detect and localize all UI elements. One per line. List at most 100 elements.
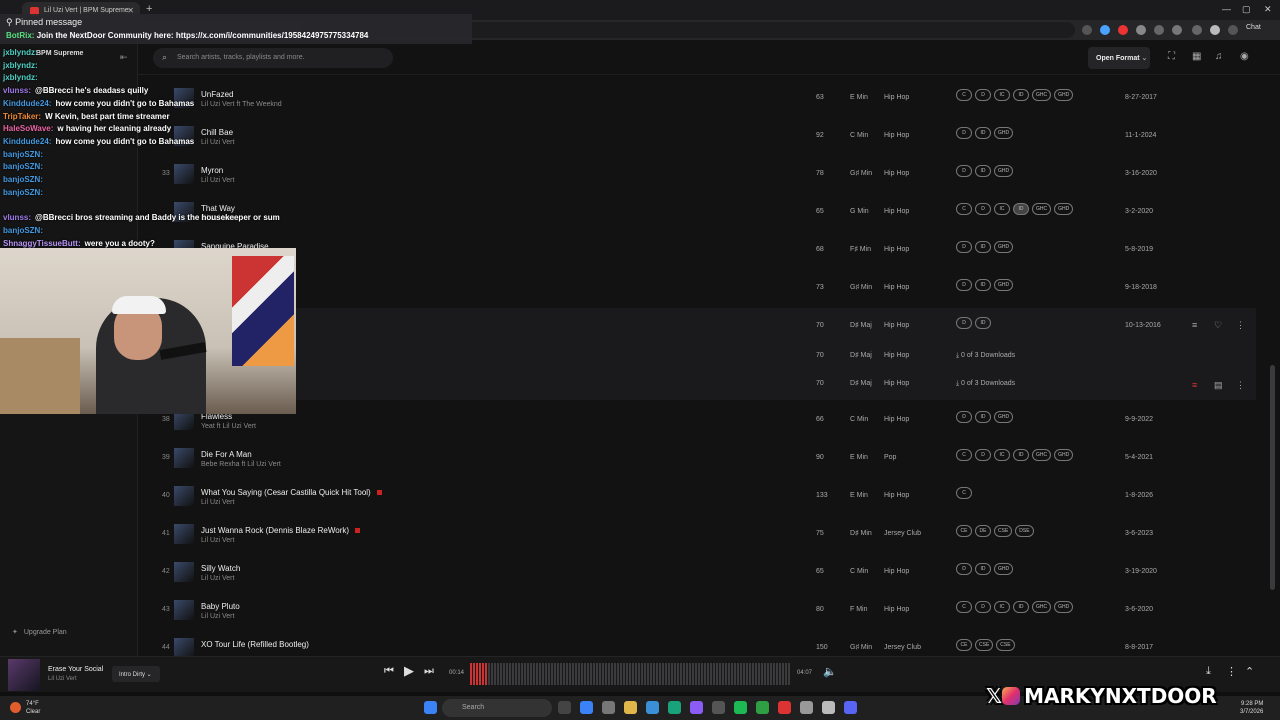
track-genre[interactable]: Hip Hop — [884, 380, 909, 387]
chat-username[interactable]: jxblyndz: — [3, 73, 38, 82]
app-icon[interactable] — [580, 701, 593, 714]
discord-icon[interactable] — [844, 701, 857, 714]
version-pill[interactable]: DSE — [1015, 525, 1034, 537]
chat-username[interactable]: jxblyndz: — [3, 61, 38, 70]
edge-icon[interactable] — [646, 701, 659, 714]
open-format-dropdown[interactable]: Open Format ⌄ — [1088, 47, 1150, 69]
menu-kebab-icon[interactable] — [1228, 25, 1238, 35]
track-genre[interactable]: Hip Hop — [884, 132, 909, 139]
version-pill[interactable]: D — [956, 411, 972, 423]
track-genre[interactable]: Hip Hop — [884, 416, 909, 423]
track-genre[interactable]: Hip Hop — [884, 606, 909, 613]
chat-username[interactable]: jxblyndz: — [3, 48, 38, 57]
extension-icon[interactable] — [1100, 25, 1110, 35]
track-genre[interactable]: Jersey Club — [884, 530, 921, 537]
version-pill[interactable]: GHD — [994, 127, 1014, 139]
app-icon[interactable] — [712, 701, 725, 714]
queue-icon[interactable]: ≡ — [1192, 380, 1197, 390]
chat-username[interactable]: Kinddude24: — [3, 137, 51, 146]
more-options-icon[interactable]: ⋮ — [1226, 665, 1237, 678]
version-pill[interactable]: C — [956, 487, 972, 499]
track-title[interactable]: Die For A Man — [201, 450, 252, 459]
profile-avatar-icon[interactable] — [1210, 25, 1220, 35]
track-artwork[interactable] — [174, 486, 194, 506]
chat-username[interactable]: banjoSZN: — [3, 188, 43, 197]
chat-username[interactable]: ShnaggyTissueButt: — [3, 239, 81, 248]
track-row[interactable]: 38 Flawless Yeat ft Lil Uzi Vert 66 C Min Hip… — [138, 402, 1256, 440]
version-pill[interactable]: IC — [994, 89, 1010, 101]
app-icon[interactable] — [756, 701, 769, 714]
expand-player-icon[interactable]: ⌃ — [1245, 665, 1254, 678]
apps-grid-icon[interactable]: ▦ — [1192, 51, 1201, 62]
favorite-heart-icon[interactable]: ♡ — [1214, 320, 1222, 331]
track-title[interactable]: What You Saying (Cesar Castilla Quick Hi… — [201, 488, 382, 497]
version-pill[interactable]: D — [975, 89, 991, 101]
bookmark-star-icon[interactable] — [1082, 25, 1092, 35]
track-artwork[interactable] — [174, 448, 194, 468]
version-pill[interactable]: GHC — [1032, 89, 1052, 101]
previous-track-icon[interactable]: ⏮ — [384, 665, 394, 678]
version-pill[interactable]: GHD — [994, 279, 1014, 291]
more-options-icon[interactable]: ⋮ — [1236, 380, 1245, 391]
version-pill[interactable]: GHC — [1032, 203, 1052, 215]
chat-username[interactable]: HaleSoWave: — [3, 124, 53, 133]
track-genre[interactable]: Hip Hop — [884, 208, 909, 215]
chat-username[interactable]: vlunss: — [3, 86, 31, 95]
track-row[interactable]: 73 G♯ Min Hip Hop D ID GHD 9-18-2018 — [138, 270, 1256, 308]
version-pill[interactable]: GHD — [994, 411, 1014, 423]
track-title[interactable]: Baby Pluto — [201, 602, 240, 611]
track-row[interactable]: 70 D♯ Maj Hip Hop D ID 10-13-2016 ≡ ♡ ⋮ — [138, 308, 1256, 344]
track-genre[interactable]: Hip Hop — [884, 352, 909, 359]
app-icon[interactable] — [668, 701, 681, 714]
version-pill[interactable]: D — [956, 165, 972, 177]
track-title[interactable]: XO Tour Life (Refilled Bootleg) — [201, 640, 309, 649]
version-dropdown[interactable]: Intro Dirty ⌄ — [112, 666, 160, 682]
settings-gear-icon[interactable] — [800, 701, 813, 714]
chat-username[interactable]: Kinddude24: — [3, 99, 51, 108]
track-artist[interactable]: Lil Uzi Vert — [201, 613, 234, 620]
track-artwork[interactable] — [174, 600, 194, 620]
more-options-icon[interactable]: ⋮ — [1236, 320, 1245, 331]
chat-username[interactable]: TripTaker: — [3, 112, 41, 121]
track-row[interactable]: 70 D♯ Maj Hip Hop ⤓ 0 of 3 Downloads ≡ ▤ ⋮ — [138, 372, 1256, 400]
version-pill[interactable]: C — [956, 89, 972, 101]
minimize-icon[interactable]: — — [1222, 4, 1231, 14]
chat-username[interactable]: banjoSZN: — [3, 150, 43, 159]
version-pill[interactable]: CE — [956, 639, 972, 651]
chat-username[interactable]: banjoSZN: — [3, 162, 43, 171]
add-to-crate-icon[interactable]: ▤ — [1214, 380, 1223, 391]
version-pill[interactable]: GHD — [1054, 89, 1074, 101]
version-pill[interactable]: CSE — [975, 639, 994, 651]
close-window-icon[interactable]: ✕ — [1264, 4, 1272, 15]
version-pill[interactable]: CSE — [996, 639, 1015, 651]
version-pill[interactable]: ID — [975, 411, 991, 423]
track-genre[interactable]: Hip Hop — [884, 568, 909, 575]
version-pill[interactable]: ID — [1013, 89, 1029, 101]
chat-username[interactable]: banjoSZN: — [3, 226, 43, 235]
extension-icon[interactable] — [1118, 25, 1128, 35]
track-genre[interactable]: Hip Hop — [884, 246, 909, 253]
spotify-icon[interactable] — [734, 701, 747, 714]
track-row[interactable]: 39 Die For A Man Bebe Rexha ft Lil Uzi Ver… — [138, 440, 1256, 478]
version-pill[interactable]: D — [956, 563, 972, 575]
extensions-puzzle-icon[interactable] — [1172, 25, 1182, 35]
track-genre[interactable]: Hip Hop — [884, 492, 909, 499]
volume-icon[interactable]: 🔈 — [823, 665, 837, 678]
version-pill[interactable]: C — [956, 203, 972, 215]
version-pill[interactable]: ID — [975, 241, 991, 253]
extension-icon[interactable] — [1136, 25, 1146, 35]
version-pill[interactable]: GHD — [1054, 601, 1074, 613]
track-artwork[interactable] — [174, 524, 194, 544]
track-genre[interactable]: Hip Hop — [884, 94, 909, 101]
version-pill[interactable]: D — [975, 601, 991, 613]
notifications-bell-icon[interactable]: ♫ — [1215, 51, 1223, 62]
track-row[interactable]: 43 Baby Pluto Lil Uzi Vert 80 F Min Hip Hop C D… — [138, 592, 1256, 630]
track-artwork[interactable] — [174, 638, 194, 658]
version-pill[interactable]: ID — [1013, 203, 1029, 215]
track-genre[interactable]: Hip Hop — [884, 322, 909, 329]
app-icon[interactable] — [602, 701, 615, 714]
version-pill[interactable]: IC — [994, 449, 1010, 461]
version-pill[interactable]: GHD — [1054, 449, 1074, 461]
track-genre[interactable]: Jersey Club — [884, 644, 921, 651]
track-row[interactable]: 40 What You Saying (Cesar Castilla Quick … — [138, 478, 1256, 516]
